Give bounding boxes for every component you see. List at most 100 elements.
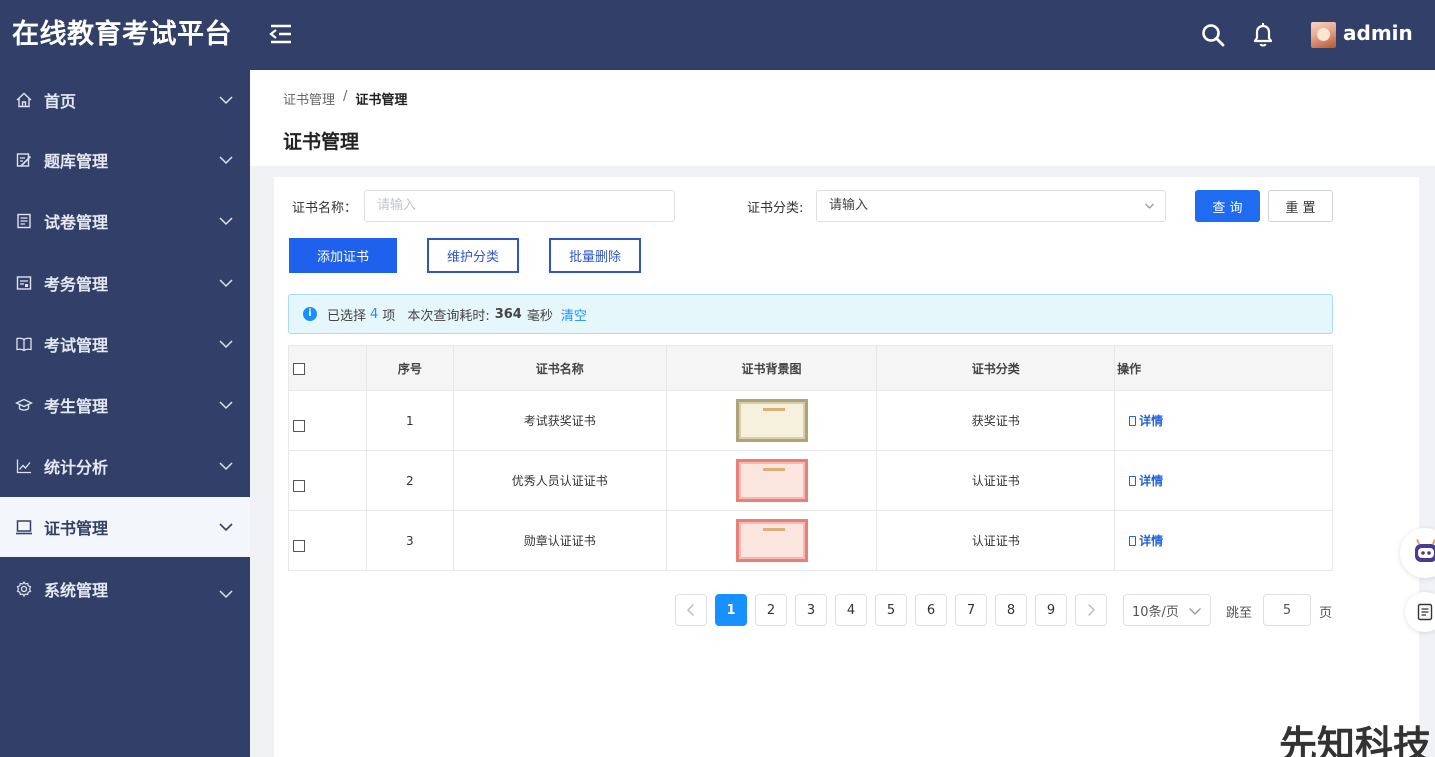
- certificate-background-image: [735, 399, 808, 442]
- row-checkbox[interactable]: [293, 419, 305, 432]
- bell-icon[interactable]: [1250, 21, 1276, 49]
- breadcrumb-separator: /: [343, 89, 348, 104]
- chevron-down-icon: [219, 279, 233, 288]
- row-cert-name: 考试获奖证书: [452, 390, 667, 451]
- row-index: 2: [365, 450, 454, 511]
- page-size-select[interactable]: 10条/页: [1123, 594, 1211, 626]
- sidebar-item-exam-affairs[interactable]: 考务管理: [0, 253, 250, 313]
- jump-label: 跳至: [1226, 606, 1253, 621]
- sidebar-item-system[interactable]: 系统管理: [0, 559, 250, 619]
- query-time-value: 364: [494, 306, 522, 322]
- sidebar-item-exams[interactable]: 考试管理: [0, 314, 250, 374]
- clear-selection-link[interactable]: 清空: [561, 305, 587, 324]
- paper-icon: [14, 211, 34, 231]
- column-header: 序号: [365, 345, 454, 391]
- sidebar-item-question-bank[interactable]: 题库管理: [0, 130, 250, 190]
- row-index: 3: [365, 510, 454, 571]
- add-certificate-button[interactable]: 添加证书: [289, 238, 397, 273]
- row-select-cell: [288, 510, 367, 571]
- table-row: 2 优秀人员认证证书 认证证书 详情: [288, 450, 1333, 511]
- selection-info-bar: i 已选择 4 项 本次查询耗时: 364 毫秒 清空: [288, 294, 1333, 334]
- cert-name-label: 证书名称：: [292, 201, 358, 216]
- chevron-down-icon: [219, 462, 233, 471]
- sidebar-item-label: 考生管理: [44, 397, 109, 416]
- breadcrumb-current: 证书管理: [355, 93, 408, 108]
- page-button[interactable]: 8: [995, 594, 1027, 626]
- column-header: 证书名称: [452, 345, 667, 391]
- page-button[interactable]: 3: [795, 594, 827, 626]
- maintain-category-button[interactable]: 维护分类: [427, 238, 519, 273]
- row-background-cell: [665, 450, 878, 511]
- menu-collapse-icon[interactable]: [268, 22, 294, 46]
- line-chart-icon: [14, 456, 34, 476]
- sidebar-item-statistics[interactable]: 统计分析: [0, 436, 250, 496]
- chevron-down-icon: [1145, 203, 1154, 209]
- page-button[interactable]: 7: [955, 594, 987, 626]
- row-category: 认证证书: [876, 450, 1116, 511]
- row-actions: 详情: [1114, 390, 1333, 451]
- row-checkbox[interactable]: [293, 539, 305, 552]
- form-icon: [14, 273, 34, 293]
- prev-page-button[interactable]: [675, 594, 707, 626]
- page-button[interactable]: 2: [755, 594, 787, 626]
- breadcrumb-item[interactable]: 证书管理: [283, 89, 335, 108]
- select-value: 请输入: [829, 198, 869, 213]
- sidebar-item-label: 统计分析: [44, 458, 109, 477]
- avatar[interactable]: [1311, 22, 1336, 48]
- chevron-down-icon: [219, 340, 233, 349]
- column-header: 操作: [1114, 345, 1333, 391]
- cert-category-select[interactable]: 请输入: [816, 190, 1166, 222]
- row-background-cell: [665, 510, 878, 571]
- row-select-cell: [288, 450, 367, 511]
- page-button[interactable]: 6: [915, 594, 947, 626]
- page-title: 证书管理: [283, 131, 360, 153]
- page-header: 证书管理 / 证书管理 证书管理: [250, 70, 1435, 166]
- edit-icon: [14, 150, 34, 170]
- cert-name-input[interactable]: 请输入: [364, 190, 675, 222]
- sidebar-item-label: 题库管理: [44, 152, 109, 171]
- page-button[interactable]: 5: [875, 594, 907, 626]
- column-header: 证书背景图: [665, 345, 878, 391]
- row-index: 1: [365, 390, 454, 451]
- row-select-cell: [288, 390, 367, 451]
- detail-link[interactable]: 详情: [1129, 472, 1163, 489]
- document-icon: [1417, 603, 1433, 621]
- chevron-down-icon: [219, 523, 233, 532]
- sidebar-item-candidates[interactable]: 考生管理: [0, 375, 250, 435]
- certificate-table: 序号 证书名称 证书背景图 证书分类 操作 1 考试获奖证书 获奖证书 详情 2…: [288, 345, 1333, 571]
- page-button[interactable]: 9: [1035, 594, 1067, 626]
- query-button[interactable]: 查 询: [1195, 190, 1260, 222]
- batch-delete-button[interactable]: 批量删除: [549, 238, 641, 273]
- sidebar-item-exam-papers[interactable]: 试卷管理: [0, 191, 250, 251]
- query-time-unit: 毫秒: [526, 308, 553, 324]
- row-actions: 详情: [1114, 510, 1333, 571]
- page-size-value: 10条/页: [1132, 604, 1179, 620]
- detail-link[interactable]: 详情: [1129, 532, 1163, 549]
- home-icon: [14, 90, 34, 110]
- certificate-background-image: [735, 519, 808, 562]
- content-card: 证书名称： 请输入 证书分类: 请输入 查 询 重 置 添加证书 维护分类 批量…: [274, 177, 1419, 757]
- page-button[interactable]: 1: [715, 594, 747, 626]
- sidebar-item-label: 证书管理: [44, 519, 109, 538]
- document-icon: [1129, 535, 1137, 546]
- sidebar-item-certificates[interactable]: 证书管理: [0, 497, 250, 557]
- chevron-right-icon: [1088, 604, 1095, 616]
- chevron-down-icon: [219, 156, 233, 165]
- select-all-checkbox[interactable]: [293, 362, 305, 375]
- detail-link[interactable]: 详情: [1129, 412, 1163, 429]
- detail-link-label: 详情: [1139, 474, 1164, 488]
- sidebar-item-label: 试卷管理: [44, 213, 109, 232]
- sidebar-item-label: 系统管理: [44, 581, 109, 600]
- page-button[interactable]: 4: [835, 594, 867, 626]
- search-icon[interactable]: [1200, 22, 1226, 48]
- row-checkbox[interactable]: [293, 479, 305, 492]
- reset-button[interactable]: 重 置: [1268, 190, 1333, 222]
- top-bar: admin: [250, 0, 1435, 70]
- next-page-button[interactable]: [1075, 594, 1107, 626]
- row-category: 认证证书: [876, 510, 1116, 571]
- sidebar-item-home[interactable]: 首页: [0, 70, 250, 130]
- username[interactable]: admin: [1343, 21, 1413, 45]
- jump-page-input[interactable]: 5: [1263, 594, 1311, 626]
- sidebar: 在线教育考试平台 首页 题库管理 试卷管理 考务管理 考试管理 考生管理 统计分…: [0, 0, 250, 757]
- column-header: 证书分类: [876, 345, 1116, 391]
